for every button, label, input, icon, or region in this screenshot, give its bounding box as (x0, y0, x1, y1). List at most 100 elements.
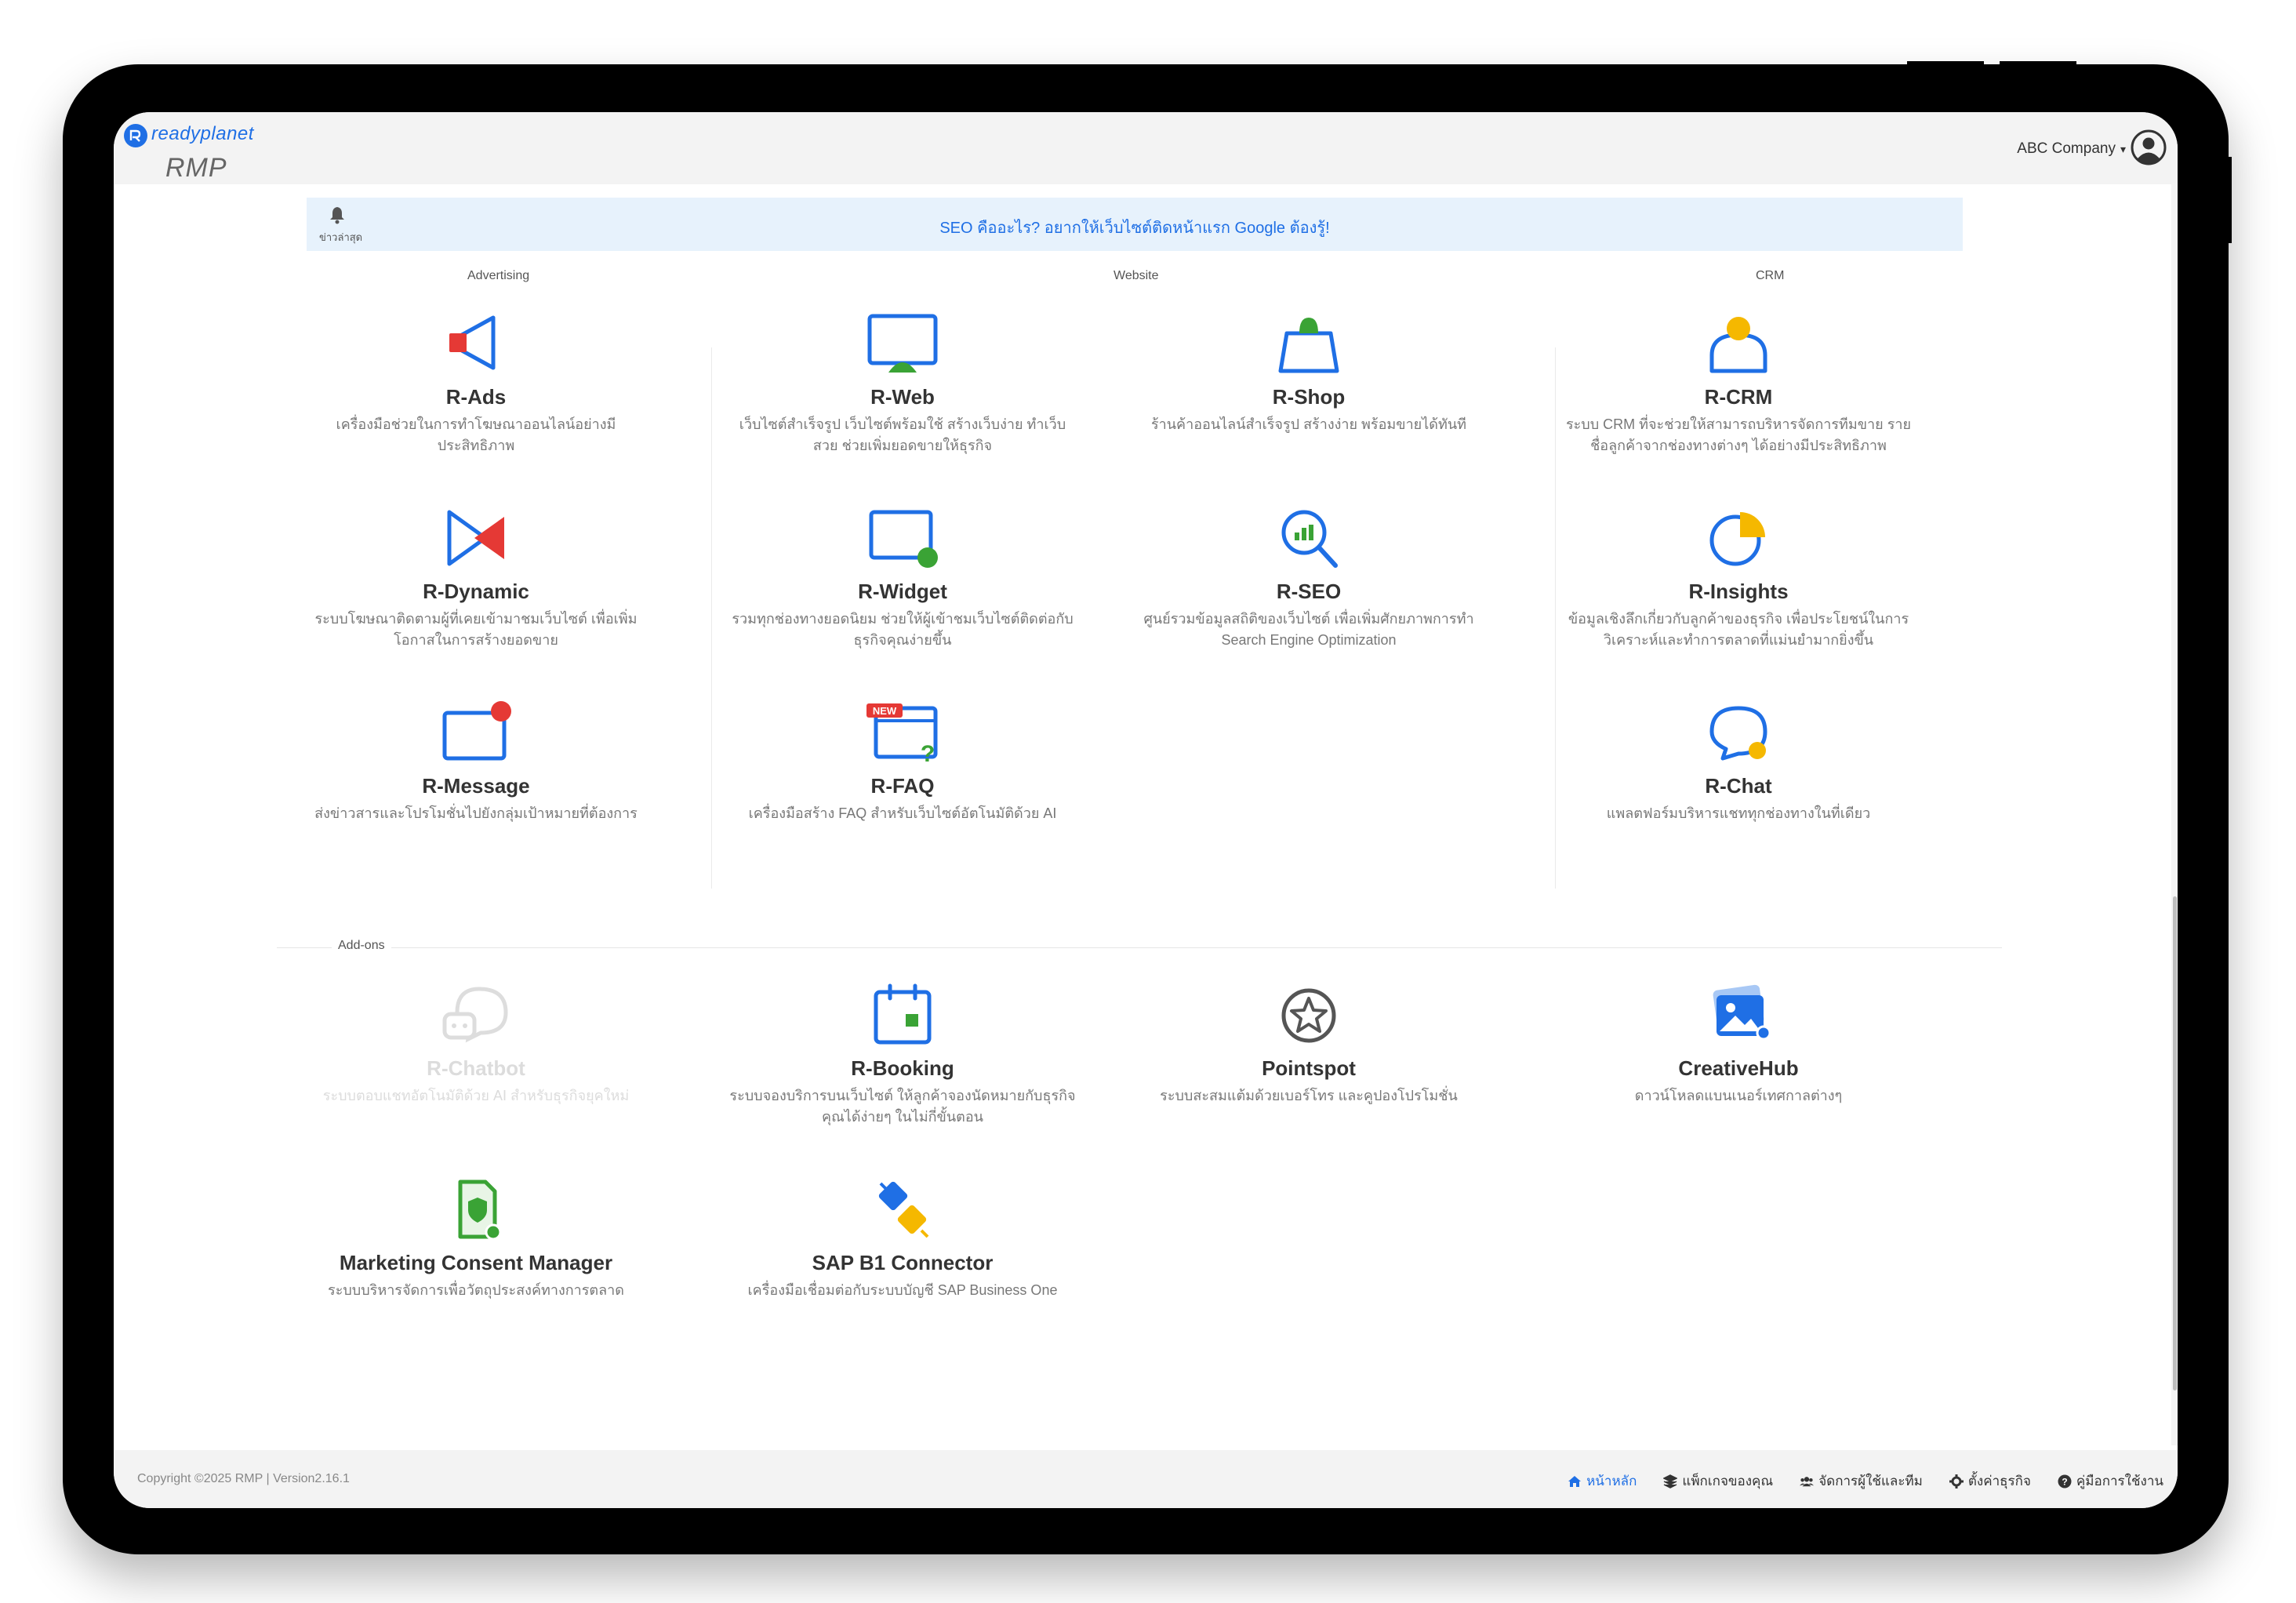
app-name: R-Insights (1688, 580, 1789, 603)
home-icon (1568, 1475, 1582, 1487)
app-description: ระบบจองบริการบนเว็บไซต์ ให้ลูกค้าจองนัดห… (729, 1088, 1076, 1125)
news-headline-link[interactable]: SEO คืออะไร? อยากให้เว็บไซต์ติดหน้าแรก G… (307, 215, 1963, 240)
app-name: R-Chat (1705, 774, 1772, 798)
app-pointspot[interactable]: Pointspot ระบบสะสมแต้มด้วยเบอร์โทร และคู… (1121, 983, 1497, 1107)
app-description: ระบบสะสมแต้มด้วยเบอร์โทร และคูปองโปรโมชั… (1160, 1088, 1458, 1103)
footer-link-label: จัดการผู้ใช้และทีม (1818, 1474, 1923, 1488)
shopping-bag-icon (1278, 318, 1339, 373)
app-description: ระบบโฆษณาติดตามผู้ที่เคยเข้ามาชมเว็บไซต์… (314, 611, 638, 648)
copyright-text: Copyright ©2025 RMP | Version2.16.1 (137, 1472, 350, 1485)
app-name: R-Chatbot (427, 1056, 525, 1080)
app-name: R-Shop (1272, 385, 1346, 409)
app-sap-b1-connector[interactable]: SAP B1 Connector เครื่องมือเชื่อมต่อกับร… (714, 1177, 1091, 1301)
app-r-widget[interactable]: R-Widget รวมทุกช่องทางยอดนิยม ช่วยให้ผู้… (714, 506, 1091, 651)
caret-down-icon: ▾ (2120, 143, 2126, 155)
calendar-icon (874, 983, 932, 1045)
footer-link-label: หน้าหลัก (1586, 1474, 1637, 1488)
new-badge: NEW (873, 705, 897, 717)
company-name: ABC Company (2017, 140, 2116, 157)
dynamic-ad-icon (447, 510, 504, 566)
app-r-dynamic[interactable]: R-Dynamic ระบบโฆษณาติดตามผู้ที่เคยเข้ามา… (288, 506, 664, 651)
footer: Copyright ©2025 RMP | Version2.16.1 หน้า… (114, 1450, 2178, 1508)
app-description: ระบบตอบแชทอัตโนมัติด้วย AI สำหรับธุรกิจย… (322, 1088, 630, 1103)
app-r-message[interactable]: R-Message ส่งข่าวสารและโปรโมชั่นไปยังกลุ… (288, 700, 664, 824)
megaphone-icon (449, 315, 496, 370)
app-name: R-SEO (1276, 580, 1342, 603)
app-r-booking[interactable]: R-Booking ระบบจองบริการบนเว็บไซต์ ให้ลูก… (714, 983, 1091, 1128)
app-r-ads[interactable]: R-Ads เครื่องมือช่วยในการทำโฆษณาออนไลน์อ… (288, 311, 664, 456)
app-description: เครื่องมือเชื่อมต่อกับระบบบัญชี SAP Busi… (747, 1282, 1058, 1298)
footer-link-settings[interactable]: ตั้งค่าธุรกิจ (1949, 1470, 2031, 1492)
footer-link-label: คู่มือการใช้งาน (2076, 1474, 2163, 1488)
footer-link-label: ตั้งค่าธุรกิจ (1967, 1474, 2031, 1488)
scrollbar-thumb[interactable] (2173, 896, 2177, 1390)
layers-icon (1663, 1474, 1678, 1488)
app-description: ระบบ CRM ที่จะช่วยให้สามารถบริหารจัดการท… (1565, 416, 1912, 453)
news-banner[interactable]: ข่าวล่าสุด SEO คืออะไร? อยากให้เว็บไซต์ต… (307, 198, 1963, 251)
app-description: ระบบบริหารจัดการเพื่อวัตถุประสงค์ทางการต… (328, 1282, 624, 1298)
column-divider (711, 347, 712, 889)
footer-link-users[interactable]: จัดการผู้ใช้และทีม (1800, 1470, 1923, 1492)
app-marketing-consent-manager[interactable]: Marketing Consent Manager ระบบบริหารจัดก… (288, 1177, 664, 1301)
image-gallery-icon (1713, 984, 1771, 1041)
magnifier-chart-icon (1281, 510, 1338, 568)
chatbot-icon (442, 987, 508, 1043)
section-label-addons: Add-ons (332, 939, 391, 953)
app-r-web[interactable]: R-Web เว็บไซต์สำเร็จรูป เว็บไซต์พร้อมใช้… (714, 311, 1091, 456)
app-r-seo[interactable]: R-SEO ศูนย์รวมข้อมูลสถิติของเว็บไซต์ เพื… (1121, 506, 1497, 651)
faq-icon: NEW ? (866, 703, 938, 765)
app-description: รวมทุกช่องทางยอดนิยม ช่วยให้ผู้เข้าชมเว็… (732, 611, 1074, 648)
user-account-icon[interactable] (2131, 129, 2167, 165)
app-description: เครื่องมือช่วยในการทำโฆษณาออนไลน์อย่างมี… (336, 416, 616, 453)
section-divider (277, 947, 2002, 948)
app-r-faq[interactable]: NEW ? R-FAQ เครื่องมือสร้าง FAQ สำหรับเว… (714, 700, 1091, 824)
footer-nav: หน้าหลัก แพ็กเกจของคุณ จัดการผู้ใช้และที… (1568, 1470, 2163, 1492)
section-label-advertising: Advertising (467, 269, 530, 282)
svg-text:?: ? (2062, 1476, 2067, 1487)
section-label-crm: CRM (1756, 269, 1785, 282)
app-description: ส่งข่าวสารและโปรโมชั่นไปยังกลุ่มเป้าหมาย… (314, 805, 638, 821)
app-name: R-CRM (1704, 385, 1773, 409)
question-circle-icon: ? (2058, 1474, 2072, 1488)
app-r-shop[interactable]: R-Shop ร้านค้าออนไลน์สำเร็จรูป สร้างง่าย… (1121, 311, 1497, 435)
footer-link-manual[interactable]: ? คู่มือการใช้งาน (2058, 1470, 2163, 1492)
app-description: ร้านค้าออนไลน์สำเร็จรูป สร้างง่าย พร้อมข… (1150, 416, 1467, 432)
app-name: Pointspot (1262, 1056, 1356, 1080)
footer-link-home[interactable]: หน้าหลัก (1568, 1470, 1637, 1492)
footer-link-package[interactable]: แพ็กเกจของคุณ (1663, 1470, 1773, 1492)
users-icon (1800, 1476, 1815, 1486)
consent-document-icon (458, 1180, 502, 1241)
app-name: CreativeHub (1678, 1056, 1799, 1080)
app-description: ดาวน์โหลดแบนเนอร์เทศกาลต่างๆ (1634, 1088, 1843, 1103)
app-name: R-FAQ (870, 774, 935, 798)
app-name: R-Widget (858, 580, 947, 603)
app-name: SAP B1 Connector (812, 1251, 994, 1274)
app-description: ศูนย์รวมข้อมูลสถิติของเว็บไซต์ เพื่อเพิ่… (1143, 611, 1474, 648)
app-description: ข้อมูลเชิงลึกเกี่ยวกับลูกค้าของธุรกิจ เพ… (1568, 611, 1909, 648)
pie-chart-icon (1709, 512, 1765, 566)
person-icon (1709, 317, 1767, 373)
star-circle-icon (1281, 988, 1336, 1043)
app-r-crm[interactable]: R-CRM ระบบ CRM ที่จะช่วยให้สามารถบริหารจ… (1550, 311, 1927, 456)
message-window-icon (442, 701, 511, 761)
app-r-insights[interactable]: R-Insights ข้อมูลเชิงลึกเกี่ยวกับลูกค้าข… (1550, 506, 1927, 651)
footer-link-label: แพ็กเกจของคุณ (1682, 1474, 1774, 1488)
plug-connector-icon (878, 1181, 929, 1238)
app-r-chat[interactable]: R-Chat แพลตฟอร์มบริหารแชททุกช่องทางในที่… (1550, 700, 1927, 824)
chat-bubble-icon (1709, 706, 1767, 761)
app-creativehub[interactable]: CreativeHub ดาวน์โหลดแบนเนอร์เทศกาลต่างๆ (1550, 983, 1927, 1107)
company-dropdown[interactable]: ABC Company ▾ (2017, 140, 2126, 158)
app-r-chatbot: R-Chatbot ระบบตอบแชทอัตโนมัติด้วย AI สำห… (288, 983, 664, 1107)
widget-icon (869, 510, 938, 568)
section-label-website: Website (1113, 269, 1159, 282)
app-description: เว็บไซต์สำเร็จรูป เว็บไซต์พร้อมใช้ สร้าง… (739, 416, 1066, 453)
app-name: R-Dynamic (423, 580, 529, 603)
app-name: R-Ads (445, 385, 507, 409)
app-name: R-Booking (851, 1056, 954, 1080)
gear-icon (1949, 1474, 1964, 1488)
top-bar: readyplanet RMP ABC Company ▾ (114, 112, 2178, 184)
app-name: Marketing Consent Manager (339, 1251, 613, 1274)
readyplanet-logo-icon (124, 124, 147, 147)
logo-wordmark: readyplanet (151, 123, 254, 144)
logo[interactable]: readyplanet RMP (120, 118, 277, 183)
